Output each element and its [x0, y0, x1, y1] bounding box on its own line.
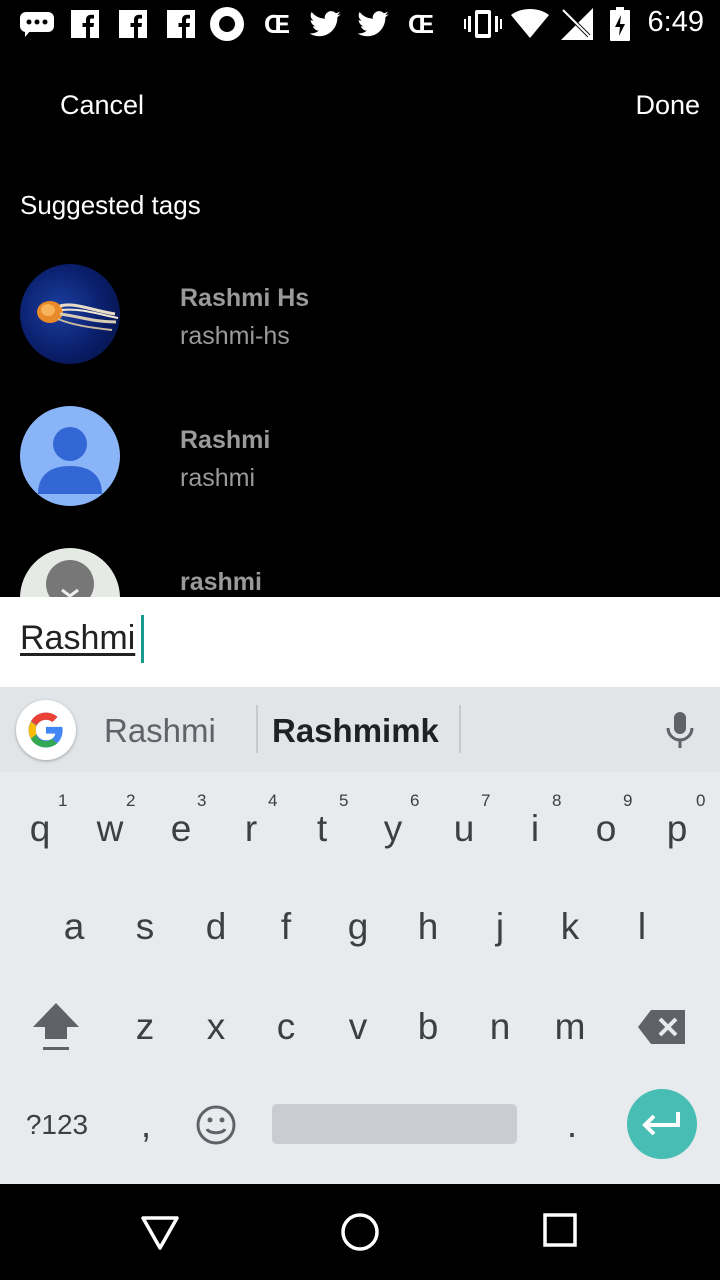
shift-key[interactable]: [24, 987, 88, 1067]
facebook-icon: [118, 8, 148, 40]
comma-key[interactable]: ,: [114, 1085, 178, 1165]
suggestion-name: Rashmi: [180, 426, 271, 454]
keyboard-suggestion[interactable]: Rashmimk: [272, 712, 439, 750]
ce-icon: Œ: [264, 8, 290, 39]
key-v[interactable]: v: [326, 987, 390, 1067]
wifi-icon: [510, 8, 550, 40]
text-caret: [141, 615, 144, 663]
tag-input-area[interactable]: Rashmi: [0, 597, 720, 687]
microphone-icon[interactable]: [665, 711, 695, 754]
tag-search-input[interactable]: Rashmi: [20, 619, 135, 658]
back-icon[interactable]: [140, 1212, 180, 1257]
keyboard: Rashmi Rashmimk q w e r t y u i o p 1 2 …: [0, 687, 720, 1184]
period-key[interactable]: .: [540, 1085, 604, 1165]
avatar: [20, 264, 120, 364]
key-k[interactable]: k: [538, 887, 602, 967]
key-a[interactable]: a: [42, 887, 106, 967]
battery-icon: [608, 7, 632, 41]
suggestion-item[interactable]: Rashmi Hs rashmi-hs: [0, 264, 720, 374]
space-key[interactable]: [272, 1104, 517, 1144]
suggestion-name: Rashmi Hs: [180, 284, 310, 312]
recents-icon[interactable]: [542, 1212, 578, 1253]
key-hint-5: 5: [339, 791, 349, 810]
chat-icon: [18, 8, 56, 40]
key-j[interactable]: j: [468, 887, 532, 967]
suggestion-divider: [256, 705, 258, 753]
key-hint-3: 3: [197, 791, 207, 810]
facebook-icon: [70, 8, 100, 40]
status-time: 6:49: [647, 6, 704, 38]
navigation-bar: [0, 1184, 720, 1280]
enter-key[interactable]: [627, 1089, 697, 1159]
twitter-icon: [308, 8, 342, 40]
ce-icon: Œ: [408, 8, 434, 39]
key-z[interactable]: z: [113, 987, 177, 1067]
key-d[interactable]: d: [184, 887, 248, 967]
key-s[interactable]: s: [113, 887, 177, 967]
key-b[interactable]: b: [396, 987, 460, 1067]
key-hint-4: 4: [268, 791, 278, 810]
cancel-button[interactable]: Cancel: [60, 90, 144, 121]
key-hint-6: 6: [410, 791, 420, 810]
key-hint-2: 2: [126, 791, 136, 810]
suggestion-name: rashmi: [180, 568, 262, 596]
record-icon: [210, 7, 244, 41]
key-g[interactable]: g: [326, 887, 390, 967]
suggestion-item[interactable]: rashmi: [0, 548, 720, 597]
twitter-icon: [356, 8, 390, 40]
suggestion-handle: rashmi-hs: [180, 322, 290, 350]
key-hint-8: 8: [552, 791, 562, 810]
google-icon[interactable]: [16, 700, 76, 760]
suggestion-divider: [459, 705, 461, 753]
key-hint-1: 1: [58, 791, 68, 810]
status-bar: Œ Œ 6:49: [0, 0, 720, 48]
vibrate-icon: [464, 8, 502, 40]
home-icon[interactable]: [340, 1212, 380, 1257]
keyboard-suggestion[interactable]: Rashmi: [104, 712, 216, 750]
key-x[interactable]: x: [184, 987, 248, 1067]
suggestion-handle: rashmi: [180, 464, 256, 492]
emoji-key[interactable]: [184, 1085, 248, 1165]
facebook-icon: [166, 8, 196, 40]
avatar: [20, 548, 120, 597]
symbols-key[interactable]: ?123: [22, 1085, 92, 1165]
key-f[interactable]: f: [254, 887, 318, 967]
key-h[interactable]: h: [396, 887, 460, 967]
done-button[interactable]: Done: [635, 90, 700, 121]
key-hint-7: 7: [481, 791, 491, 810]
key-hint-0: 0: [696, 791, 706, 810]
suggested-tags-title: Suggested tags: [20, 190, 201, 220]
key-m[interactable]: m: [538, 987, 602, 1067]
key-n[interactable]: n: [468, 987, 532, 1067]
key-hint-9: 9: [623, 791, 633, 810]
suggestion-item[interactable]: Rashmi rashmi: [0, 406, 720, 516]
no-signal-icon: [560, 8, 594, 40]
keyboard-suggestion-bar: Rashmi Rashmimk: [0, 687, 720, 772]
key-c[interactable]: c: [254, 987, 318, 1067]
avatar: [20, 406, 120, 506]
key-l[interactable]: l: [610, 887, 674, 967]
backspace-key[interactable]: [630, 987, 694, 1067]
